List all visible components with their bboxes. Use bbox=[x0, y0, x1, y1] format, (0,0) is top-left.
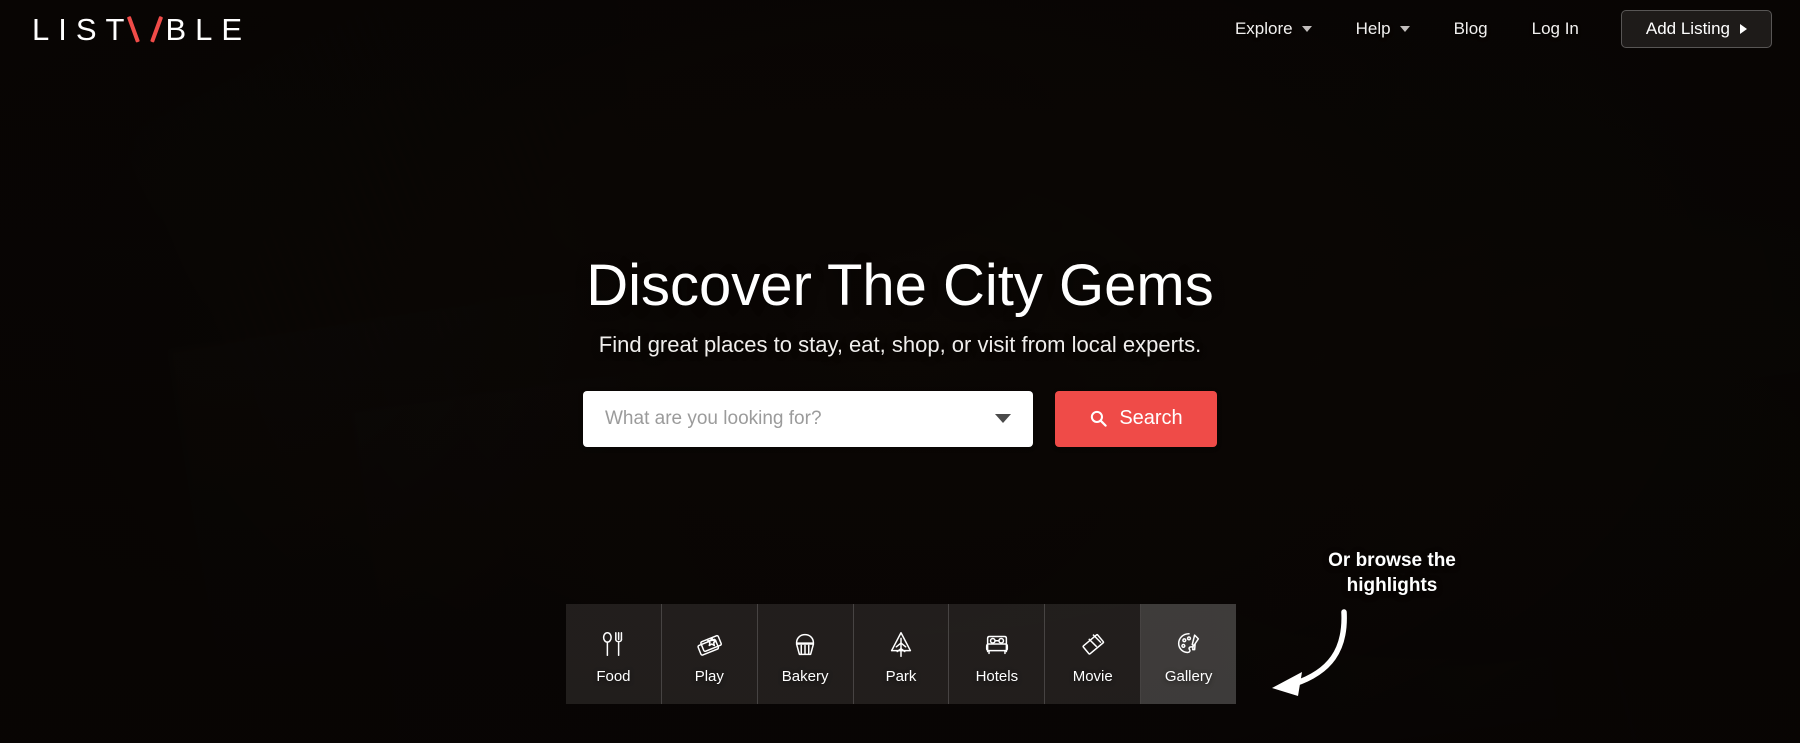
nav-item-label: Blog bbox=[1453, 19, 1488, 38]
category-item-hotels[interactable]: Hotels bbox=[949, 604, 1046, 704]
caret-right-icon bbox=[1740, 24, 1747, 34]
palette-icon bbox=[1177, 632, 1199, 654]
category-label: Food bbox=[596, 668, 631, 685]
nav-item-explore[interactable]: Explore bbox=[1213, 19, 1334, 39]
spoon-fork-icon bbox=[603, 632, 623, 656]
film-strip-icon bbox=[1082, 634, 1104, 655]
browse-highlights-note: Or browse the highlights bbox=[1272, 548, 1512, 599]
chevron-down-icon bbox=[1301, 26, 1312, 32]
logo[interactable]: LIST BLE bbox=[32, 10, 251, 48]
curved-arrow-down-left-icon bbox=[1272, 609, 1347, 696]
logo-text-after-a: BLE bbox=[165, 11, 252, 47]
nav-item-label: Log In bbox=[1531, 19, 1579, 38]
chevron-down-icon bbox=[1399, 26, 1410, 32]
bed-icon bbox=[985, 635, 1008, 655]
search-icon bbox=[1091, 410, 1108, 427]
category-label: Gallery bbox=[1164, 668, 1213, 685]
category-label: Movie bbox=[1072, 668, 1113, 685]
search-button[interactable]: Search bbox=[1055, 390, 1217, 447]
category-item-movie[interactable]: Movie bbox=[1045, 604, 1142, 704]
logo-text-before-a: LIST bbox=[32, 11, 134, 47]
logo-chevron-a-icon bbox=[134, 16, 156, 42]
nav-item-label: Explore bbox=[1234, 19, 1293, 38]
hero-section: LIST BLE Explore Help Blog Log In Add Li… bbox=[0, 0, 1800, 743]
category-label: Bakery bbox=[781, 668, 829, 685]
logo-text: LIST BLE bbox=[32, 14, 251, 45]
nav-item-help[interactable]: Help bbox=[1334, 19, 1432, 39]
hero-content: Discover The City Gems Find great places… bbox=[0, 253, 1800, 447]
browse-note-line-2: highlights bbox=[1346, 575, 1438, 597]
category-item-gallery[interactable]: Gallery bbox=[1141, 604, 1237, 704]
main-navigation: Explore Help Blog Log In Add Listing bbox=[1213, 0, 1772, 58]
category-item-play[interactable]: Play bbox=[662, 604, 758, 704]
search-row: Search bbox=[0, 390, 1800, 447]
chevron-down-icon[interactable] bbox=[995, 414, 1011, 424]
search-button-label: Search bbox=[1119, 407, 1183, 430]
nav-item-label: Help bbox=[1355, 19, 1391, 38]
search-input[interactable] bbox=[605, 407, 985, 430]
tickets-icon bbox=[697, 634, 723, 656]
category-label: Play bbox=[694, 668, 724, 685]
page-title: Discover The City Gems bbox=[586, 253, 1214, 318]
nav-item-blog[interactable]: Blog bbox=[1432, 19, 1510, 39]
tree-icon bbox=[890, 632, 912, 657]
browse-note-line-1: Or browse the bbox=[1328, 550, 1456, 571]
add-listing-button[interactable]: Add Listing bbox=[1620, 10, 1772, 48]
category-item-bakery[interactable]: Bakery bbox=[758, 604, 854, 704]
page-subtitle: Find great places to stay, eat, shop, or… bbox=[598, 331, 1202, 357]
add-listing-label: Add Listing bbox=[1645, 19, 1730, 38]
category-label: Park bbox=[885, 668, 917, 685]
nav-item-log-in[interactable]: Log In bbox=[1510, 19, 1601, 39]
category-bar: Food Play Bakery Park Hotels Movie Galle… bbox=[566, 604, 1237, 704]
category-item-park[interactable]: Park bbox=[854, 604, 950, 704]
category-label: Hotels bbox=[975, 668, 1019, 685]
cupcake-icon bbox=[795, 633, 815, 656]
category-item-food[interactable]: Food bbox=[566, 604, 662, 704]
site-header: LIST BLE Explore Help Blog Log In Add Li… bbox=[0, 0, 1800, 58]
search-field[interactable] bbox=[583, 390, 1033, 447]
